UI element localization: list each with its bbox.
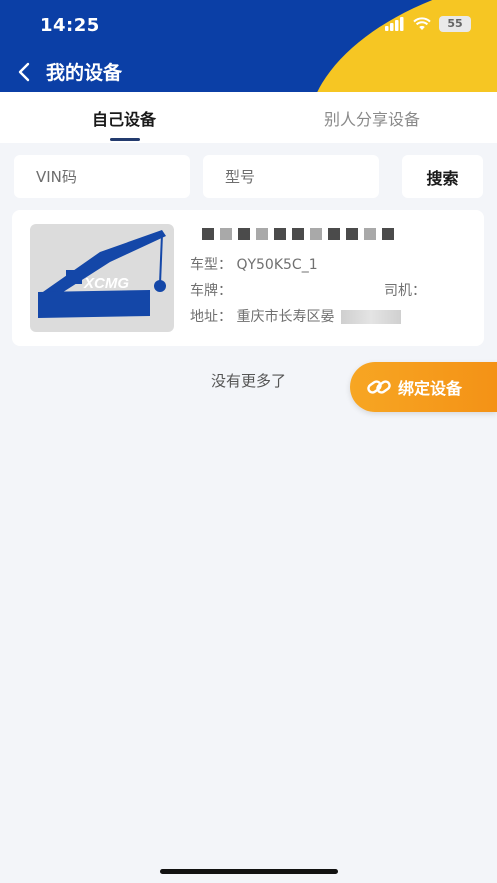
driver-label: 司机：	[384, 283, 426, 299]
plate-label: 车牌：	[190, 283, 232, 299]
xcmg-crane-image: XCMG	[38, 230, 166, 318]
device-address-row: 地址： 重庆市长寿区晏	[190, 306, 401, 326]
bind-device-label: 绑定设备	[398, 379, 463, 398]
signal-icon	[385, 17, 404, 31]
tab-bar: 自己设备 别人分享设备	[0, 92, 497, 143]
status-bar: 14:25 55	[0, 0, 497, 50]
address-masked	[340, 310, 401, 324]
status-icons: 55	[385, 16, 471, 32]
model-label: 车型：	[190, 257, 232, 273]
device-name-masked	[202, 228, 394, 244]
model-value: QY50K5C_1	[236, 257, 318, 273]
device-plate-row: 车牌：	[190, 280, 232, 300]
bind-device-button[interactable]: 绑定设备	[350, 362, 497, 412]
wifi-icon	[413, 17, 431, 30]
address-label: 地址：	[190, 309, 232, 325]
home-indicator[interactable]	[160, 869, 338, 874]
nav-bar: 我的设备	[0, 52, 497, 92]
vin-input[interactable]	[14, 155, 190, 198]
device-card[interactable]: XCMG 车型： QY50K5C_1 车牌： 司机： 地址： 重庆市长寿区晏	[12, 210, 484, 346]
xcmg-logo: XCMG	[83, 275, 129, 292]
search-button[interactable]: 搜索	[402, 155, 483, 198]
search-row: 搜索	[0, 155, 497, 199]
tab-own-devices[interactable]: 自己设备	[24, 106, 224, 130]
back-arrow-icon[interactable]	[14, 61, 36, 83]
active-tab-indicator	[110, 138, 140, 141]
model-input[interactable]	[203, 155, 379, 198]
tab-shared-devices[interactable]: 别人分享设备	[272, 106, 472, 130]
address-value: 重庆市长寿区晏	[236, 309, 335, 325]
battery-icon: 55	[439, 16, 471, 32]
link-icon	[367, 380, 391, 394]
device-driver-row: 司机：	[384, 280, 426, 300]
header: 14:25 55 我的设备	[0, 0, 497, 92]
page-title: 我的设备	[46, 62, 123, 84]
device-thumbnail: XCMG	[30, 224, 174, 332]
status-time: 14:25	[40, 15, 100, 36]
device-model-row: 车型： QY50K5C_1	[190, 254, 318, 274]
